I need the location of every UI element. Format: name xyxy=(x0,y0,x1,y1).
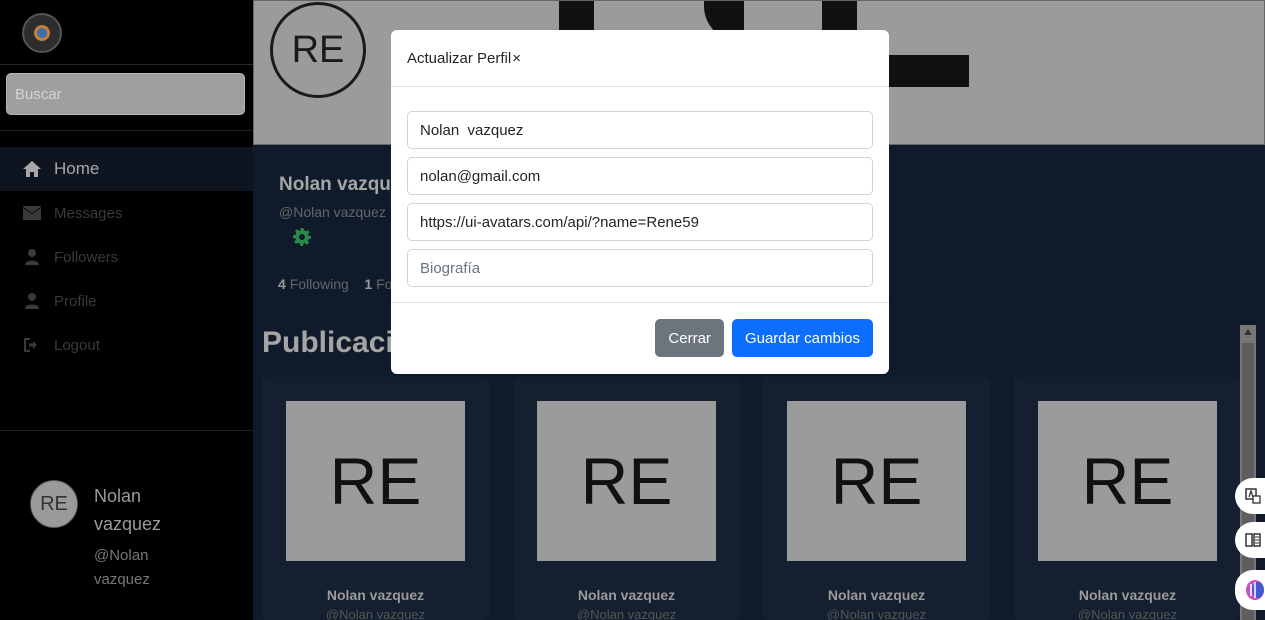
update-profile-modal: Actualizar Perfil× Cerrar Guardar cambio… xyxy=(391,30,889,374)
modal-body xyxy=(391,87,889,303)
name-field[interactable] xyxy=(407,111,873,149)
avatar-url-field[interactable] xyxy=(407,203,873,241)
email-field[interactable] xyxy=(407,157,873,195)
modal-title: Actualizar Perfil xyxy=(407,49,512,67)
cancel-button[interactable]: Cerrar xyxy=(655,319,724,357)
close-icon[interactable]: × xyxy=(512,50,521,67)
save-button[interactable]: Guardar cambios xyxy=(731,319,873,357)
modal-footer: Cerrar Guardar cambios xyxy=(391,303,889,373)
bio-field[interactable] xyxy=(407,249,873,287)
modal-header: Actualizar Perfil × xyxy=(391,30,889,87)
